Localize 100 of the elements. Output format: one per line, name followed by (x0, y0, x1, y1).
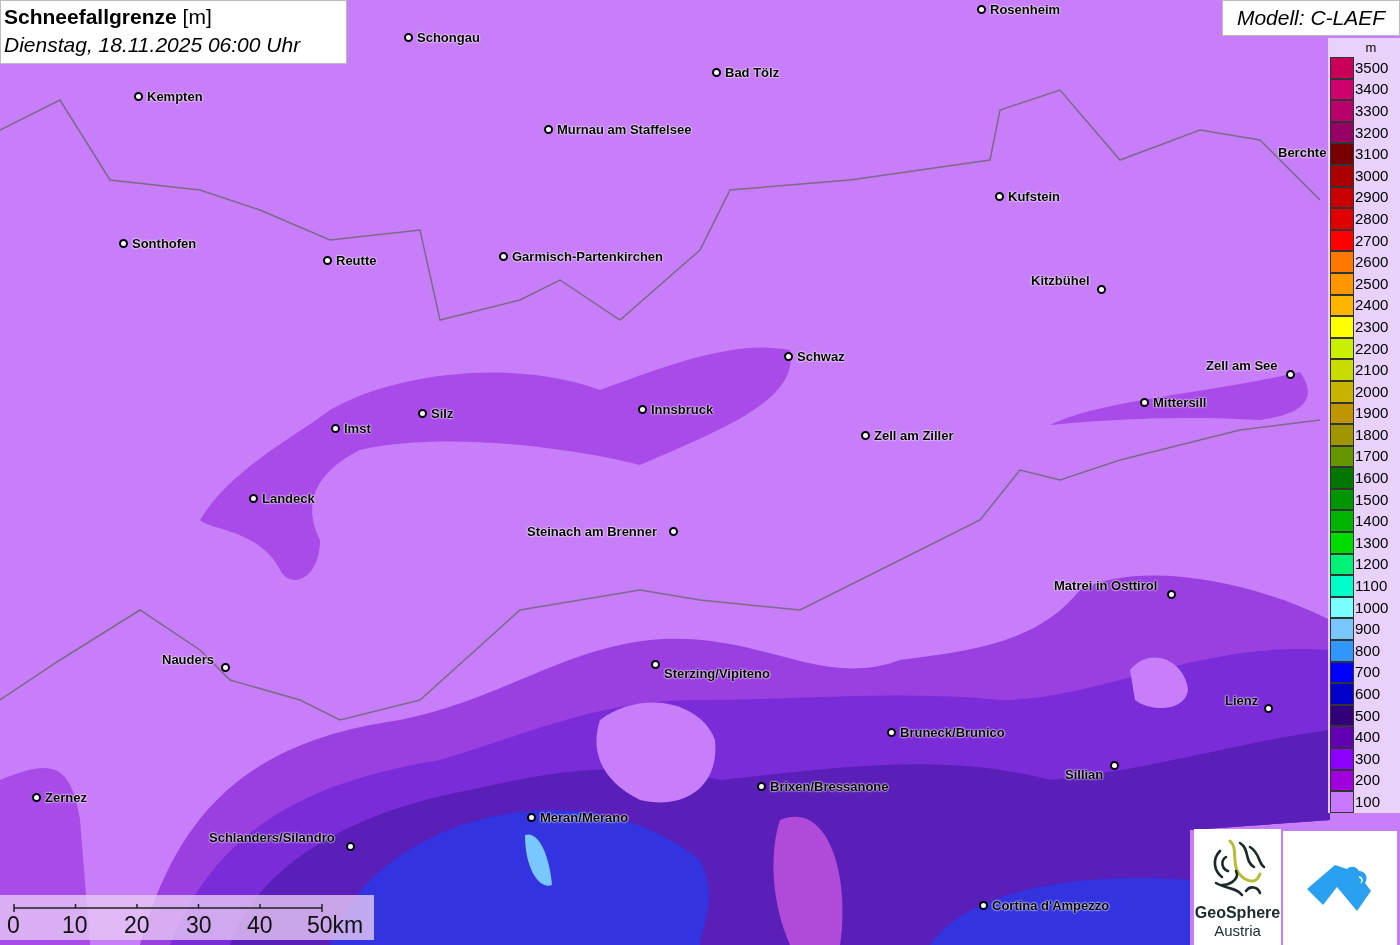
city-marker (322, 255, 332, 265)
city-marker (31, 792, 41, 802)
city-label: Brixen/Bressanone (770, 779, 889, 794)
legend-label: 400 (1355, 728, 1381, 747)
city-marker (668, 526, 678, 536)
city-label: Schongau (417, 30, 480, 45)
snowline-area (1130, 657, 1188, 709)
city-label: Mittersill (1153, 395, 1207, 410)
city-label: Imst (344, 421, 371, 436)
city-marker (711, 67, 721, 77)
city-label: Garmisch-Partenkirchen (512, 249, 663, 264)
city-marker (978, 900, 988, 910)
city-marker (526, 812, 536, 822)
legend-label: 200 (1355, 771, 1381, 790)
city-marker (345, 841, 355, 851)
city-marker (1096, 284, 1106, 294)
legend-label: 3500 (1355, 58, 1389, 77)
legend-label: 1600 (1355, 469, 1389, 488)
city-marker (1166, 589, 1176, 599)
legend-label: 3100 (1355, 145, 1389, 164)
legend-label: 3000 (1355, 166, 1389, 185)
legend-label: 100 (1355, 793, 1381, 811)
city-label: Kitzbühel (1031, 273, 1090, 288)
legend-label: 500 (1355, 706, 1381, 725)
scale-tick-label: 30 (186, 912, 212, 938)
city-label: Reutte (336, 253, 377, 268)
legend-label: 2000 (1355, 382, 1389, 401)
city-label: Nauders (162, 652, 215, 667)
city-marker (1109, 760, 1119, 770)
city-label: Sillian (1065, 767, 1104, 782)
city-label: Schlanders/Silandro (209, 830, 335, 845)
legend-label: 2500 (1355, 274, 1389, 293)
scale-tick-label: 50km (307, 912, 364, 938)
legend-label: 900 (1355, 620, 1381, 639)
city-marker (220, 662, 230, 672)
model-label: Modell: C-LAEF (1222, 0, 1400, 36)
city-marker (976, 4, 986, 14)
scale-tick-label: 10 (62, 912, 88, 938)
city-label: Zernez (45, 790, 87, 805)
city-marker (133, 91, 143, 101)
legend-label: 2200 (1355, 339, 1389, 358)
legend-label: 300 (1355, 749, 1381, 768)
legend-label: 2600 (1355, 253, 1389, 272)
legend-label: 1200 (1355, 555, 1389, 574)
city-marker (417, 408, 427, 418)
city-label: Schwaz (797, 349, 845, 364)
mountain-cloud-icon (1307, 865, 1373, 911)
city-marker (994, 191, 1004, 201)
city-label: Kufstein (1008, 189, 1060, 204)
city-label: Zell am Ziller (874, 428, 954, 443)
city-label: Meran/Merano (540, 810, 629, 825)
legend-unit: m (1364, 39, 1378, 57)
city-marker (1139, 397, 1149, 407)
legend-label: 2700 (1355, 231, 1389, 250)
city-marker (248, 493, 258, 503)
legend-label: 3300 (1355, 102, 1389, 120)
city-label: Bruneck/Brunico (900, 725, 1005, 740)
city-marker (1263, 703, 1273, 713)
legend-label: 1900 (1355, 404, 1389, 423)
city-marker (886, 727, 896, 737)
city-marker (118, 238, 128, 248)
unit-label: [m] (182, 5, 212, 28)
city-marker (650, 659, 660, 669)
city-label: Zell am See (1206, 358, 1278, 373)
scale-tick-label: 0 (7, 912, 20, 938)
legend-label: 1000 (1355, 598, 1389, 617)
legend-label: 2100 (1355, 361, 1389, 380)
city-label: Sonthofen (132, 236, 197, 251)
legend-label: 1100 (1355, 577, 1388, 596)
scale-tick-label: 20 (124, 912, 150, 938)
forecast-datetime: Dienstag, 18.11.2025 06:00 Uhr (4, 32, 302, 58)
logo-wordmark: GeoSphere (1194, 903, 1281, 922)
city-label: Landeck (262, 491, 315, 506)
city-label: Murnau am Staffelsee (557, 122, 692, 137)
city-marker (498, 251, 508, 261)
city-label: Cortina d'Ampezzo (992, 898, 1110, 913)
legend-label: 1300 (1355, 533, 1389, 552)
map-title: Schneefallgrenze (4, 5, 177, 28)
city-marker (330, 423, 340, 433)
city-label: Rosenheim (990, 2, 1061, 17)
city-label: Berchte (1278, 145, 1327, 160)
legend-label: 2400 (1355, 296, 1389, 315)
city-marker (860, 430, 870, 440)
city-label: Sterzing/Vipiteno (664, 666, 770, 681)
city-label: Lienz (1225, 693, 1259, 708)
legend-label: 700 (1355, 663, 1381, 682)
city-label: Kempten (147, 89, 203, 104)
legend-label: 3400 (1355, 80, 1389, 99)
scale-tick-label: 40 (247, 912, 273, 938)
legend-label: 600 (1355, 685, 1381, 703)
city-label: Steinach am Brenner (527, 524, 658, 539)
city-marker (543, 124, 553, 134)
city-label: Bad Tölz (725, 65, 780, 80)
legend-label: 1800 (1355, 425, 1389, 444)
legend-label: 2300 (1355, 317, 1389, 336)
city-marker (1285, 369, 1295, 379)
city-marker (403, 32, 413, 42)
legend-label: 800 (1355, 641, 1381, 660)
city-marker (783, 351, 793, 361)
legend-label: 1700 (1355, 447, 1389, 466)
